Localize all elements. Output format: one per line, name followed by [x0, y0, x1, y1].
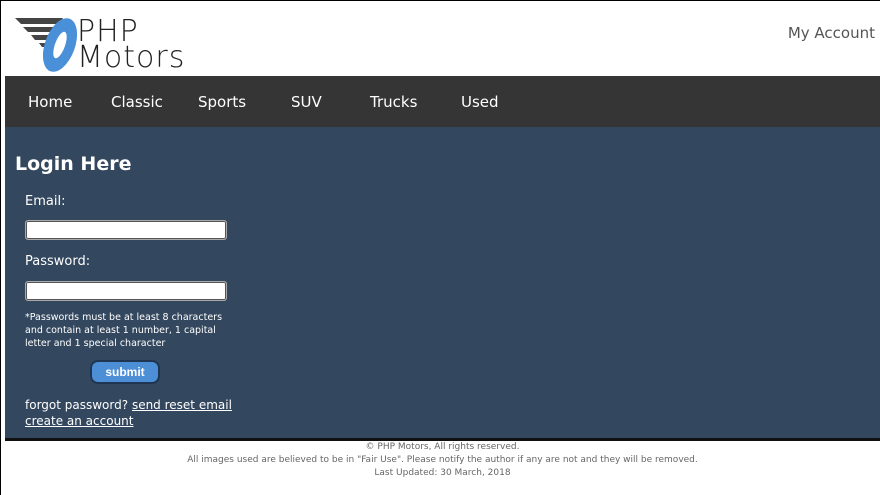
send-reset-email-link[interactable]: send reset email	[132, 398, 232, 412]
nav-item-home[interactable]: Home	[28, 93, 72, 111]
nav-item-sports[interactable]: Sports	[198, 93, 246, 111]
submit-button[interactable]: submit	[90, 360, 160, 384]
forgot-password-line: forgot password? send reset email	[25, 398, 232, 412]
password-label: Password:	[25, 254, 91, 269]
nav-item-suv[interactable]: SUV	[291, 93, 322, 111]
forgot-password-text: forgot password?	[25, 398, 129, 412]
login-section: Login Here Email: Password: *Passwords m…	[5, 127, 880, 438]
nav-item-used[interactable]: Used	[461, 93, 499, 111]
logo-text-motors: Motors	[77, 40, 186, 75]
email-label: Email:	[25, 194, 66, 209]
php-motors-logo[interactable]: PHP Motors	[15, 15, 195, 77]
logo-wheel-icon	[15, 18, 78, 72]
main-nav: Home Classic Sports SUV Trucks Used	[5, 76, 880, 127]
password-requirements-note: *Passwords must be at least 8 characters…	[25, 312, 223, 349]
footer-copyright: © PHP Motors, All rights reserved.	[365, 442, 520, 452]
email-field[interactable]	[25, 220, 227, 240]
footer-last-updated: Last Updated: 30 March, 2018	[374, 468, 511, 478]
site-footer: © PHP Motors, All rights reserved. All i…	[5, 441, 880, 480]
page-title: Login Here	[15, 153, 132, 175]
password-field[interactable]	[25, 281, 227, 301]
page-border-left	[0, 0, 1, 495]
create-account-link[interactable]: create an account	[25, 414, 134, 428]
my-account-link[interactable]: My Account	[788, 24, 875, 42]
site-header: PHP Motors My Account	[5, 1, 880, 76]
nav-item-trucks[interactable]: Trucks	[370, 93, 417, 111]
footer-images-notice: All images used are believed to be in "F…	[187, 455, 698, 465]
nav-item-classic[interactable]: Classic	[111, 93, 163, 111]
